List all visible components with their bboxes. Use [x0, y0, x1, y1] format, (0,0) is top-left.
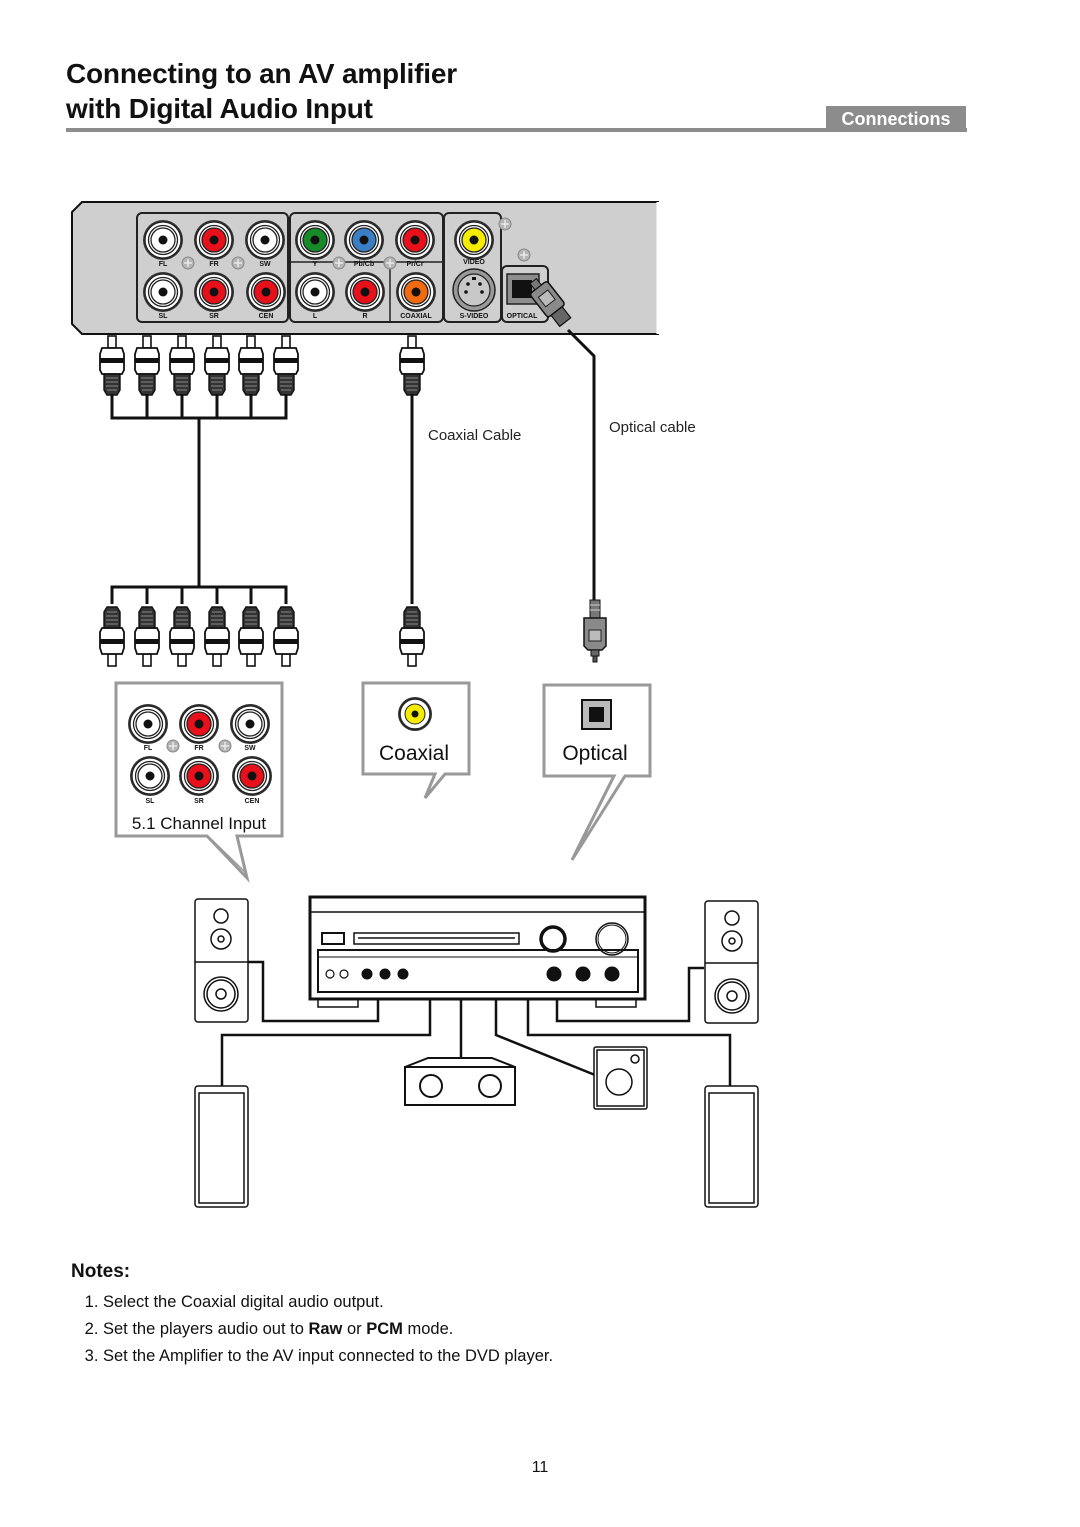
rca-plug-icon — [99, 606, 125, 667]
rca-jack-cen — [246, 272, 286, 312]
rca-plug-icon — [273, 335, 299, 396]
jack-label-l: L — [313, 313, 318, 320]
optical-callout-label: Optical — [562, 742, 627, 765]
speaker-surround-right — [704, 1085, 759, 1208]
coaxial-callout-label: Coaxial — [379, 742, 449, 765]
callout-jack-label-fl: FL — [144, 745, 153, 752]
jack-label-pr: Pr/Cr — [406, 261, 423, 268]
screw-icon — [383, 256, 397, 270]
rca-jack-l — [295, 272, 335, 312]
callout-rca-jack-sw — [230, 704, 270, 744]
screw-icon — [498, 217, 512, 231]
jack-label-cen: CEN — [259, 313, 274, 320]
rca-jack-coaxial — [396, 272, 436, 312]
notes-section: Notes: Select the Coaxial digital audio … — [71, 1261, 553, 1370]
screw-icon — [517, 248, 531, 262]
note-text: Set the Amplifier to the AV input connec… — [103, 1347, 554, 1365]
rca-plug-icon — [169, 335, 195, 396]
callout-jack-label-fr: FR — [194, 745, 203, 752]
screw-icon — [332, 256, 346, 270]
jack-label-sr: SR — [209, 313, 219, 320]
speaker-front-left — [194, 898, 249, 1023]
jack-label-y: Y — [313, 261, 318, 268]
optical-input-jack — [581, 699, 612, 730]
jack-label-optical: OPTICAL — [507, 313, 538, 320]
callout-rca-jack-sr — [179, 756, 219, 796]
optical-plug-lower — [583, 599, 607, 663]
callout-jack-label-sl: SL — [146, 798, 156, 805]
jack-label-svideo: S-VIDEO — [460, 313, 489, 320]
note-emphasis-raw: Raw — [308, 1320, 343, 1338]
coaxial-plug-icon — [399, 335, 425, 396]
lower-plug-group — [99, 606, 425, 667]
note-emphasis-pcm: PCM — [366, 1320, 403, 1338]
jack-label-coaxial: COAXIAL — [400, 313, 432, 320]
rca-jack-y — [295, 220, 335, 260]
channel-input-label: 5.1 Channel Input — [132, 814, 266, 833]
callout-rca-jack-fl — [128, 704, 168, 744]
screw-icon — [166, 739, 180, 753]
note-text: mode. — [402, 1320, 454, 1338]
svideo-jack — [452, 268, 496, 312]
screw-icon — [218, 739, 232, 753]
rca-plug-icon — [99, 335, 125, 396]
callout-jack-label-sr: SR — [194, 798, 204, 805]
rca-jack-fl — [143, 220, 183, 260]
rca-jack-sl — [143, 272, 183, 312]
av-amplifier — [308, 895, 647, 1008]
speaker-front-right — [704, 900, 759, 1024]
jack-label-sw: SW — [259, 261, 271, 268]
callout-jack-label-cen: CEN — [245, 798, 260, 805]
rca-plug-icon — [169, 606, 195, 667]
callout-rca-jack-fr — [179, 704, 219, 744]
note-item: Set the Amplifier to the AV input connec… — [103, 1343, 553, 1370]
upper-plug-group — [99, 335, 425, 396]
optical-cable-label: Optical cable — [609, 419, 696, 436]
jack-label-sl: SL — [159, 313, 169, 320]
rca-jack-sw — [245, 220, 285, 260]
rca-plug-icon — [204, 335, 230, 396]
note-text: or — [342, 1320, 367, 1338]
jack-label-video: VIDEO — [463, 259, 485, 266]
jack-label-fr: FR — [209, 261, 218, 268]
page-number: 11 — [531, 1459, 549, 1476]
speaker-surround-left — [194, 1085, 249, 1208]
speaker-subwoofer — [593, 1046, 648, 1110]
rca-plug-icon — [273, 606, 299, 667]
notes-list: Select the Coaxial digital audio output.… — [71, 1289, 553, 1370]
jack-label-fl: FL — [159, 261, 168, 268]
callout-rca-jack-sl — [130, 756, 170, 796]
rca-plug-icon — [238, 606, 264, 667]
callout-jack-label-sw: SW — [244, 745, 256, 752]
note-text: Select the Coaxial digital audio output. — [103, 1293, 384, 1311]
notes-title: Notes: — [71, 1261, 131, 1282]
jack-label-pb: Pb/Cb — [354, 261, 374, 268]
screw-icon — [181, 256, 195, 270]
rca-jack-video — [454, 220, 494, 260]
speaker-center — [404, 1057, 516, 1106]
note-item: Select the Coaxial digital audio output. — [103, 1289, 553, 1316]
rca-jack-fr — [194, 220, 234, 260]
callout-rca-jack-cen — [232, 756, 272, 796]
rca-jack-sr — [194, 272, 234, 312]
rca-jack-r — [345, 272, 385, 312]
rca-plug-icon — [134, 606, 160, 667]
rca-jack-pr-cr — [395, 220, 435, 260]
rca-plug-icon — [238, 335, 264, 396]
coaxial-cable-label: Coaxial Cable — [428, 427, 521, 444]
jack-label-r: R — [362, 313, 367, 320]
coaxial-plug-icon — [399, 606, 425, 667]
note-text: Set the players audio out to — [103, 1320, 309, 1338]
rca-plug-icon — [134, 335, 160, 396]
screw-icon — [231, 256, 245, 270]
coaxial-input-jack — [398, 697, 432, 731]
rca-plug-icon — [204, 606, 230, 667]
note-item: Set the players audio out to Raw or PCM … — [103, 1316, 553, 1343]
rca-jack-pb-cb — [344, 220, 384, 260]
